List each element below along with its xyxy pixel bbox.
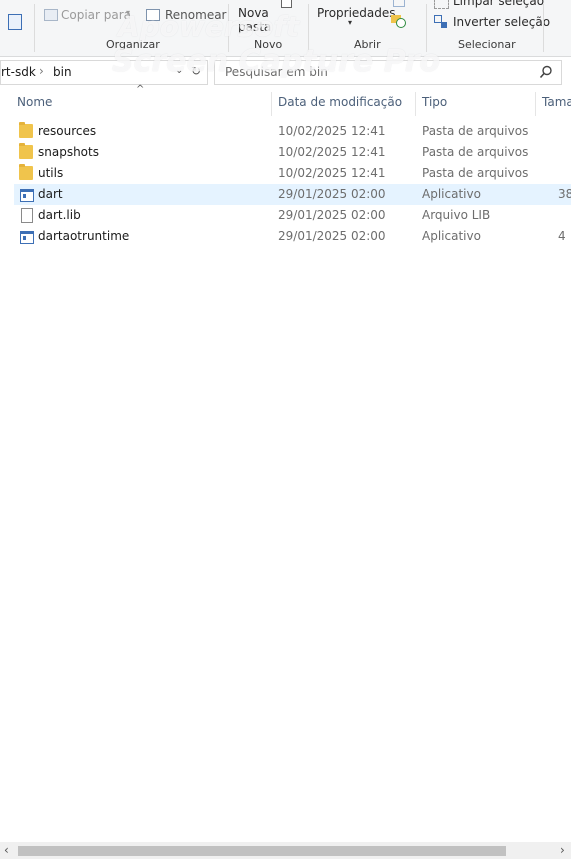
file-type: Aplicativo: [422, 229, 481, 243]
file-date: 10/02/2025 12:41: [278, 145, 386, 159]
history-icon[interactable]: [391, 13, 406, 28]
properties-button[interactable]: Propriedades ▾: [314, 4, 396, 30]
file-name: resources: [38, 124, 97, 138]
column-divider[interactable]: [535, 92, 536, 116]
file-type: Arquivo LIB: [422, 208, 491, 222]
file-size: 4: [558, 229, 566, 243]
file-type: Aplicativo: [422, 187, 481, 201]
file-row[interactable]: resources 10/02/2025 12:41 Pasta de arqu…: [14, 121, 571, 142]
column-divider[interactable]: [271, 92, 272, 116]
column-divider[interactable]: [415, 92, 416, 116]
file-row[interactable]: dartaotruntime 29/01/2025 02:00 Aplicati…: [14, 226, 571, 247]
search-icon[interactable]: [539, 65, 553, 79]
file-date: 29/01/2025 02:00: [278, 187, 386, 201]
scroll-right-icon[interactable]: ›: [560, 843, 565, 857]
scroll-left-icon[interactable]: ‹: [4, 843, 9, 857]
clear-selection-icon: [434, 0, 449, 9]
file-row-selected[interactable]: dart 29/01/2025 02:00 Aplicativo 38: [14, 184, 571, 205]
clear-selection-label: Limpar seleção: [453, 0, 545, 8]
edit-icon[interactable]: [393, 0, 405, 7]
file-type: Pasta de arquivos: [422, 166, 529, 180]
sort-ascending-icon: ^: [136, 84, 145, 95]
properties-small-icon[interactable]: [8, 14, 22, 30]
watermark-line2: Screen Capture Pro: [112, 44, 441, 79]
folder-icon: [19, 143, 33, 159]
file-date: 10/02/2025 12:41: [278, 124, 386, 138]
file-icon: [21, 208, 33, 223]
column-header-type[interactable]: Tipo: [422, 95, 447, 111]
copy-to-icon: [44, 9, 58, 21]
file-date: 29/01/2025 02:00: [278, 208, 386, 222]
column-header-size[interactable]: Tama: [542, 95, 571, 111]
folder-icon: [19, 164, 33, 180]
file-type: Pasta de arquivos: [422, 145, 529, 159]
invert-selection-icon: [434, 15, 448, 29]
column-header-date[interactable]: Data de modificação: [278, 95, 402, 111]
invert-selection-label: Inverter seleção: [453, 15, 551, 29]
breadcrumb-separator-icon: ›: [39, 64, 44, 78]
file-row[interactable]: snapshots 10/02/2025 12:41 Pasta de arqu…: [14, 142, 571, 163]
breadcrumb-bin[interactable]: bin: [53, 65, 72, 79]
file-row[interactable]: dart.lib 29/01/2025 02:00 Arquivo LIB: [14, 205, 571, 226]
file-name: snapshots: [38, 145, 99, 159]
new-item-icon[interactable]: [281, 0, 292, 8]
file-name: utils: [38, 166, 64, 180]
file-name: dartaotruntime: [38, 229, 130, 243]
application-icon: [20, 231, 34, 244]
file-name: dart: [38, 187, 63, 201]
scrollbar-thumb[interactable]: [18, 846, 506, 856]
chevron-down-icon: ▾: [348, 18, 353, 27]
application-icon: [20, 189, 34, 202]
file-date: 29/01/2025 02:00: [278, 229, 386, 243]
file-type: Pasta de arquivos: [422, 124, 529, 138]
file-row[interactable]: utils 10/02/2025 12:41 Pasta de arquivos: [14, 163, 571, 184]
breadcrumb-sdk[interactable]: rt-sdk: [1, 65, 36, 79]
properties-label: Propriedades: [317, 6, 396, 20]
folder-icon: [19, 122, 33, 138]
file-size: 38: [558, 187, 571, 201]
watermark-line1: Apowersoft: [118, 10, 300, 43]
ribbon-separator: [543, 4, 544, 52]
file-name: dart.lib: [38, 208, 81, 222]
group-label-selecionar: Selecionar: [458, 38, 516, 51]
file-date: 10/02/2025 12:41: [278, 166, 386, 180]
ribbon-separator: [34, 4, 35, 52]
column-header-name[interactable]: Nome: [17, 95, 52, 111]
